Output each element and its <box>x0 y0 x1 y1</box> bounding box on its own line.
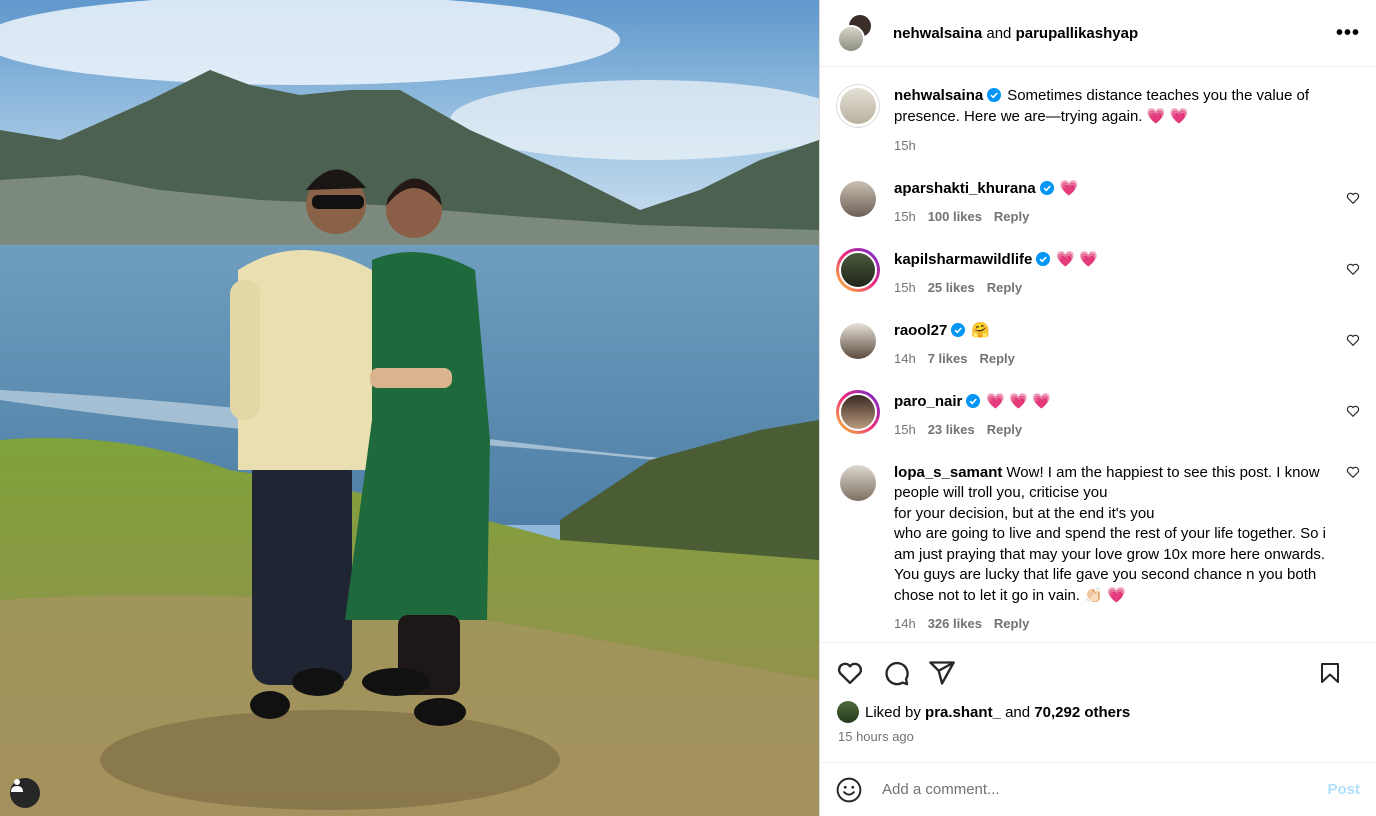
comment-likes[interactable]: 100 likes <box>928 207 982 228</box>
comment-emoji: 💗 💗 💗 <box>986 392 1051 410</box>
comment-item: lopa_s_samant Wow! I am the happiest to s… <box>836 461 1360 635</box>
heart-outline-icon[interactable] <box>1346 262 1360 276</box>
comment-item: aparshakti_khurana 💗 15h 100 likes Reply <box>836 177 1360 228</box>
like-icon[interactable] <box>836 659 864 687</box>
user-icon <box>11 779 23 792</box>
share-icon[interactable] <box>928 659 956 687</box>
comment-time[interactable]: 14h <box>894 349 916 370</box>
comment-username[interactable]: lopa_s_samant <box>894 464 1002 481</box>
comment-likes[interactable]: 25 likes <box>928 278 975 299</box>
reply-button[interactable]: Reply <box>979 349 1014 370</box>
post-photo[interactable] <box>0 0 819 816</box>
comment-text-line2: for your decision, but at the end it's y… <box>894 504 1155 522</box>
caption: nehwalsaina Sometimes distance teaches yo… <box>836 84 1360 157</box>
comment-emoji: 💗 <box>1059 179 1079 197</box>
post-time-ago[interactable]: 15 hours ago <box>838 729 1360 744</box>
comment-item: kapilsharmawildlife 💗 💗 15h 25 likes Reply <box>836 247 1360 299</box>
liked-by-others[interactable]: 70,292 others <box>1034 704 1130 721</box>
collab-avatars[interactable] <box>837 13 877 53</box>
comment-likes[interactable]: 7 likes <box>928 349 968 370</box>
liked-by-prefix: Liked by <box>865 703 921 721</box>
comment-username[interactable]: kapilsharmawildlife <box>894 251 1032 268</box>
comment-emoji: 💗 💗 <box>1056 250 1098 268</box>
post-viewer: nehwalsaina and parupallikashyap ••• neh… <box>0 0 1376 816</box>
comment-likes[interactable]: 23 likes <box>928 420 975 441</box>
avatar[interactable] <box>836 389 880 434</box>
reply-button[interactable]: Reply <box>987 420 1022 441</box>
emoji-icon[interactable] <box>836 777 862 803</box>
reply-button[interactable]: Reply <box>987 278 1022 299</box>
avatar[interactable] <box>837 701 859 723</box>
comment-emoji: 👏🏻 💗 <box>1084 586 1126 604</box>
avatar <box>837 25 865 53</box>
comment-username[interactable]: aparshakti_khurana <box>894 180 1036 197</box>
add-comment-bar: Post <box>820 762 1376 816</box>
comments-list[interactable]: nehwalsaina Sometimes distance teaches yo… <box>820 67 1376 642</box>
comment-username[interactable]: paro_nair <box>894 393 962 410</box>
comment-item: raool27 🤗 14h 7 likes Reply <box>836 319 1360 370</box>
verified-badge-icon <box>966 393 981 408</box>
avatar[interactable] <box>840 322 876 359</box>
caption-emoji: 💗 💗 <box>1146 107 1189 125</box>
bookmark-icon[interactable] <box>1318 661 1342 685</box>
post-authors: nehwalsaina and parupallikashyap <box>893 25 1138 42</box>
verified-badge-icon <box>951 322 966 337</box>
heart-outline-icon[interactable] <box>1346 465 1360 479</box>
comment-time[interactable]: 15h <box>894 207 916 228</box>
comment-likes[interactable]: 326 likes <box>928 614 982 635</box>
liked-by-user[interactable]: pra.shant_ <box>925 704 1001 721</box>
liked-by-joiner: and <box>1005 703 1031 721</box>
verified-badge-icon <box>1036 251 1051 266</box>
comment-time[interactable]: 15h <box>894 278 916 299</box>
photo-scene <box>0 0 819 816</box>
tagged-user-button[interactable] <box>10 778 40 808</box>
coauthor-link[interactable]: parupallikashyap <box>1016 25 1139 42</box>
avatar[interactable] <box>840 180 876 217</box>
comment-time[interactable]: 15h <box>894 420 916 441</box>
likes-summary: Liked by pra.shant_ and 70,292 others <box>836 701 1360 723</box>
heart-outline-icon[interactable] <box>1346 333 1360 347</box>
comment-icon[interactable] <box>882 659 910 687</box>
heart-outline-icon[interactable] <box>1346 404 1360 418</box>
comment-item: paro_nair 💗 💗 💗 15h 23 likes Reply <box>836 389 1360 441</box>
post-header: nehwalsaina and parupallikashyap ••• <box>820 0 1376 67</box>
comment-emoji: 🤗 <box>971 321 991 339</box>
more-horizontal-icon[interactable]: ••• <box>1336 22 1360 45</box>
comment-username[interactable]: raool27 <box>894 322 947 339</box>
caption-time[interactable]: 15h <box>894 136 916 157</box>
authors-joiner: and <box>986 24 1012 42</box>
caption-username[interactable]: nehwalsaina <box>894 87 983 104</box>
comment-input[interactable] <box>882 781 1328 798</box>
author-link[interactable]: nehwalsaina <box>893 25 982 42</box>
post-button[interactable]: Post <box>1327 781 1360 798</box>
comment-time[interactable]: 14h <box>894 614 916 635</box>
avatar[interactable] <box>836 84 880 128</box>
heart-outline-icon[interactable] <box>1346 191 1360 205</box>
avatar[interactable] <box>836 247 880 292</box>
post-actions: Liked by pra.shant_ and 70,292 others 15… <box>820 642 1376 762</box>
reply-button[interactable]: Reply <box>994 614 1029 635</box>
reply-button[interactable]: Reply <box>994 207 1029 228</box>
verified-badge-icon <box>1039 180 1054 195</box>
verified-badge-icon <box>987 88 1002 102</box>
post-side-panel: nehwalsaina and parupallikashyap ••• neh… <box>819 0 1376 816</box>
avatar[interactable] <box>840 464 876 501</box>
